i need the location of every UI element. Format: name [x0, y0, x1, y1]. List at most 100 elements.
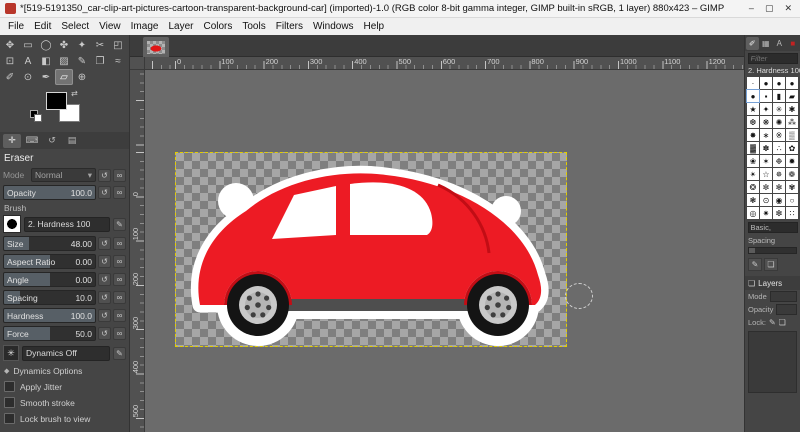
reset-button[interactable]: ↺: [98, 186, 111, 199]
dynamics-options-expander[interactable]: ◆ Dynamics Options: [4, 366, 126, 376]
maximize-icon[interactable]: ▢: [765, 3, 774, 14]
link-button[interactable]: ∞: [113, 273, 126, 286]
canvas-viewport[interactable]: [145, 70, 744, 432]
reset-button[interactable]: ↺: [98, 309, 111, 322]
menu-item[interactable]: View: [94, 20, 126, 33]
close-icon[interactable]: ✕: [784, 3, 792, 14]
brush-swatch[interactable]: ●: [786, 77, 798, 89]
brush-swatch[interactable]: ★: [747, 103, 759, 115]
brush-swatch[interactable]: ❁: [786, 168, 798, 180]
ruler-corner[interactable]: [130, 57, 145, 70]
brush-swatch[interactable]: ✽: [760, 142, 772, 154]
paintbrush-tool[interactable]: ✐: [1, 69, 19, 85]
free-select-tool[interactable]: ✤: [55, 37, 73, 53]
bucket-fill-tool[interactable]: ◧: [37, 53, 55, 69]
layers-list[interactable]: [748, 331, 797, 393]
brush-swatch[interactable]: ▪: [760, 90, 772, 102]
edit-brush-button[interactable]: ✎: [113, 218, 126, 231]
menu-item[interactable]: Image: [126, 20, 164, 33]
reset-button[interactable]: ↺: [98, 291, 111, 304]
ink-tool[interactable]: ✒: [37, 69, 55, 85]
new-brush-button[interactable]: ❏: [764, 258, 778, 271]
spacing-slider[interactable]: Spacing 10.0: [3, 290, 96, 305]
tool-options-tab[interactable]: ✛: [3, 134, 21, 148]
brush-swatch[interactable]: ▰: [786, 90, 798, 102]
brush-preview[interactable]: [3, 215, 21, 233]
brush-swatch[interactable]: ☆: [760, 168, 772, 180]
smudge-tool[interactable]: ≈: [109, 53, 127, 69]
vertical-ruler[interactable]: 0100200300400500: [130, 70, 145, 432]
text-tool[interactable]: A: [19, 53, 37, 69]
mode-reset-button[interactable]: ↺: [98, 169, 111, 182]
undo-history-tab[interactable]: ↺: [43, 134, 61, 148]
brush-swatch[interactable]: ✶: [760, 155, 772, 167]
hardness-slider[interactable]: Hardness 100.0: [3, 308, 96, 323]
brush-name-entry[interactable]: 2. Hardness 100: [24, 217, 110, 232]
link-button[interactable]: ∞: [113, 237, 126, 250]
brush-swatch[interactable]: ❀: [747, 155, 759, 167]
brush-swatch[interactable]: ✳: [773, 103, 785, 115]
menu-item[interactable]: Tools: [237, 20, 270, 33]
horizontal-ruler[interactable]: 0100200300400500600700800900100011001200: [145, 57, 744, 70]
image-layer[interactable]: [175, 152, 567, 347]
images-tab[interactable]: ▤: [63, 134, 81, 148]
opacity-slider[interactable]: Opacity 100.0: [3, 185, 96, 200]
force-slider[interactable]: Force 50.0: [3, 326, 96, 341]
brush-swatch[interactable]: ◉: [773, 194, 785, 206]
airbrush-tool[interactable]: ⊙: [19, 69, 37, 85]
dynamics-entry[interactable]: Dynamics Off: [22, 346, 110, 361]
default-colors-icon[interactable]: [30, 110, 42, 121]
device-status-tab[interactable]: ⌨: [23, 134, 41, 148]
crop-tool[interactable]: ◰: [109, 37, 127, 53]
layer-opacity-slider[interactable]: [776, 304, 797, 315]
brush-swatch[interactable]: ❉: [773, 155, 785, 167]
reset-button[interactable]: ↺: [98, 255, 111, 268]
reset-button[interactable]: ↺: [98, 237, 111, 250]
brush-swatch[interactable]: ✺: [773, 116, 785, 128]
brush-swatch[interactable]: ✿: [786, 142, 798, 154]
brush-swatch[interactable]: ✷: [760, 207, 772, 219]
lock-position-icon[interactable]: ❏: [779, 318, 786, 327]
brush-swatch[interactable]: ✱: [786, 103, 798, 115]
brush-swatch[interactable]: ✸: [747, 129, 759, 141]
link-button[interactable]: ∞: [113, 327, 126, 340]
link-button[interactable]: ∞: [113, 186, 126, 199]
menu-item[interactable]: Colors: [198, 20, 237, 33]
checkbox[interactable]: [4, 381, 15, 392]
edit-dynamics-button[interactable]: ✎: [113, 347, 126, 360]
brush-swatch[interactable]: ❋: [760, 116, 772, 128]
menu-item[interactable]: Edit: [29, 20, 56, 33]
reset-button[interactable]: ↺: [98, 273, 111, 286]
menu-item[interactable]: File: [3, 20, 29, 33]
scissors-select-tool[interactable]: ✂: [91, 37, 109, 53]
brush-swatch[interactable]: ▓: [747, 142, 759, 154]
menu-item[interactable]: Windows: [308, 20, 359, 33]
brush-swatch[interactable]: ∴: [773, 142, 785, 154]
brush-swatch[interactable]: ❂: [747, 181, 759, 193]
lock-paint-icon[interactable]: ✎: [769, 318, 776, 327]
brush-swatch[interactable]: ●: [760, 77, 772, 89]
brush-swatch[interactable]: ✵: [773, 168, 785, 180]
mode-combobox[interactable]: Normal ▾: [31, 168, 96, 182]
checkbox[interactable]: [4, 413, 15, 424]
brush-swatch[interactable]: ❆: [747, 116, 759, 128]
minimize-icon[interactable]: –: [749, 3, 754, 14]
reset-button[interactable]: ↺: [98, 327, 111, 340]
brush-swatch[interactable]: ◎: [747, 207, 759, 219]
brush-tags-input[interactable]: [748, 222, 798, 233]
brush-swatch[interactable]: ●: [747, 90, 759, 102]
brush-swatch[interactable]: ❇: [773, 207, 785, 219]
ellipse-select-tool[interactable]: ◯: [37, 37, 55, 53]
zoom-tool[interactable]: ⊕: [73, 69, 91, 85]
brush-swatch[interactable]: ⊙: [760, 194, 772, 206]
move-tool[interactable]: ✥: [1, 37, 19, 53]
brush-swatch[interactable]: ✾: [786, 181, 798, 193]
brush-swatch[interactable]: ✹: [786, 155, 798, 167]
gradients-tab[interactable]: ■: [787, 37, 800, 50]
brush-filter-input[interactable]: [748, 53, 798, 64]
brush-swatch[interactable]: ▮: [773, 90, 785, 102]
brush-swatch[interactable]: ✦: [760, 103, 772, 115]
fuzzy-select-tool[interactable]: ✦: [73, 37, 91, 53]
angle-slider[interactable]: Angle 0.00: [3, 272, 96, 287]
pencil-tool[interactable]: ✎: [73, 53, 91, 69]
